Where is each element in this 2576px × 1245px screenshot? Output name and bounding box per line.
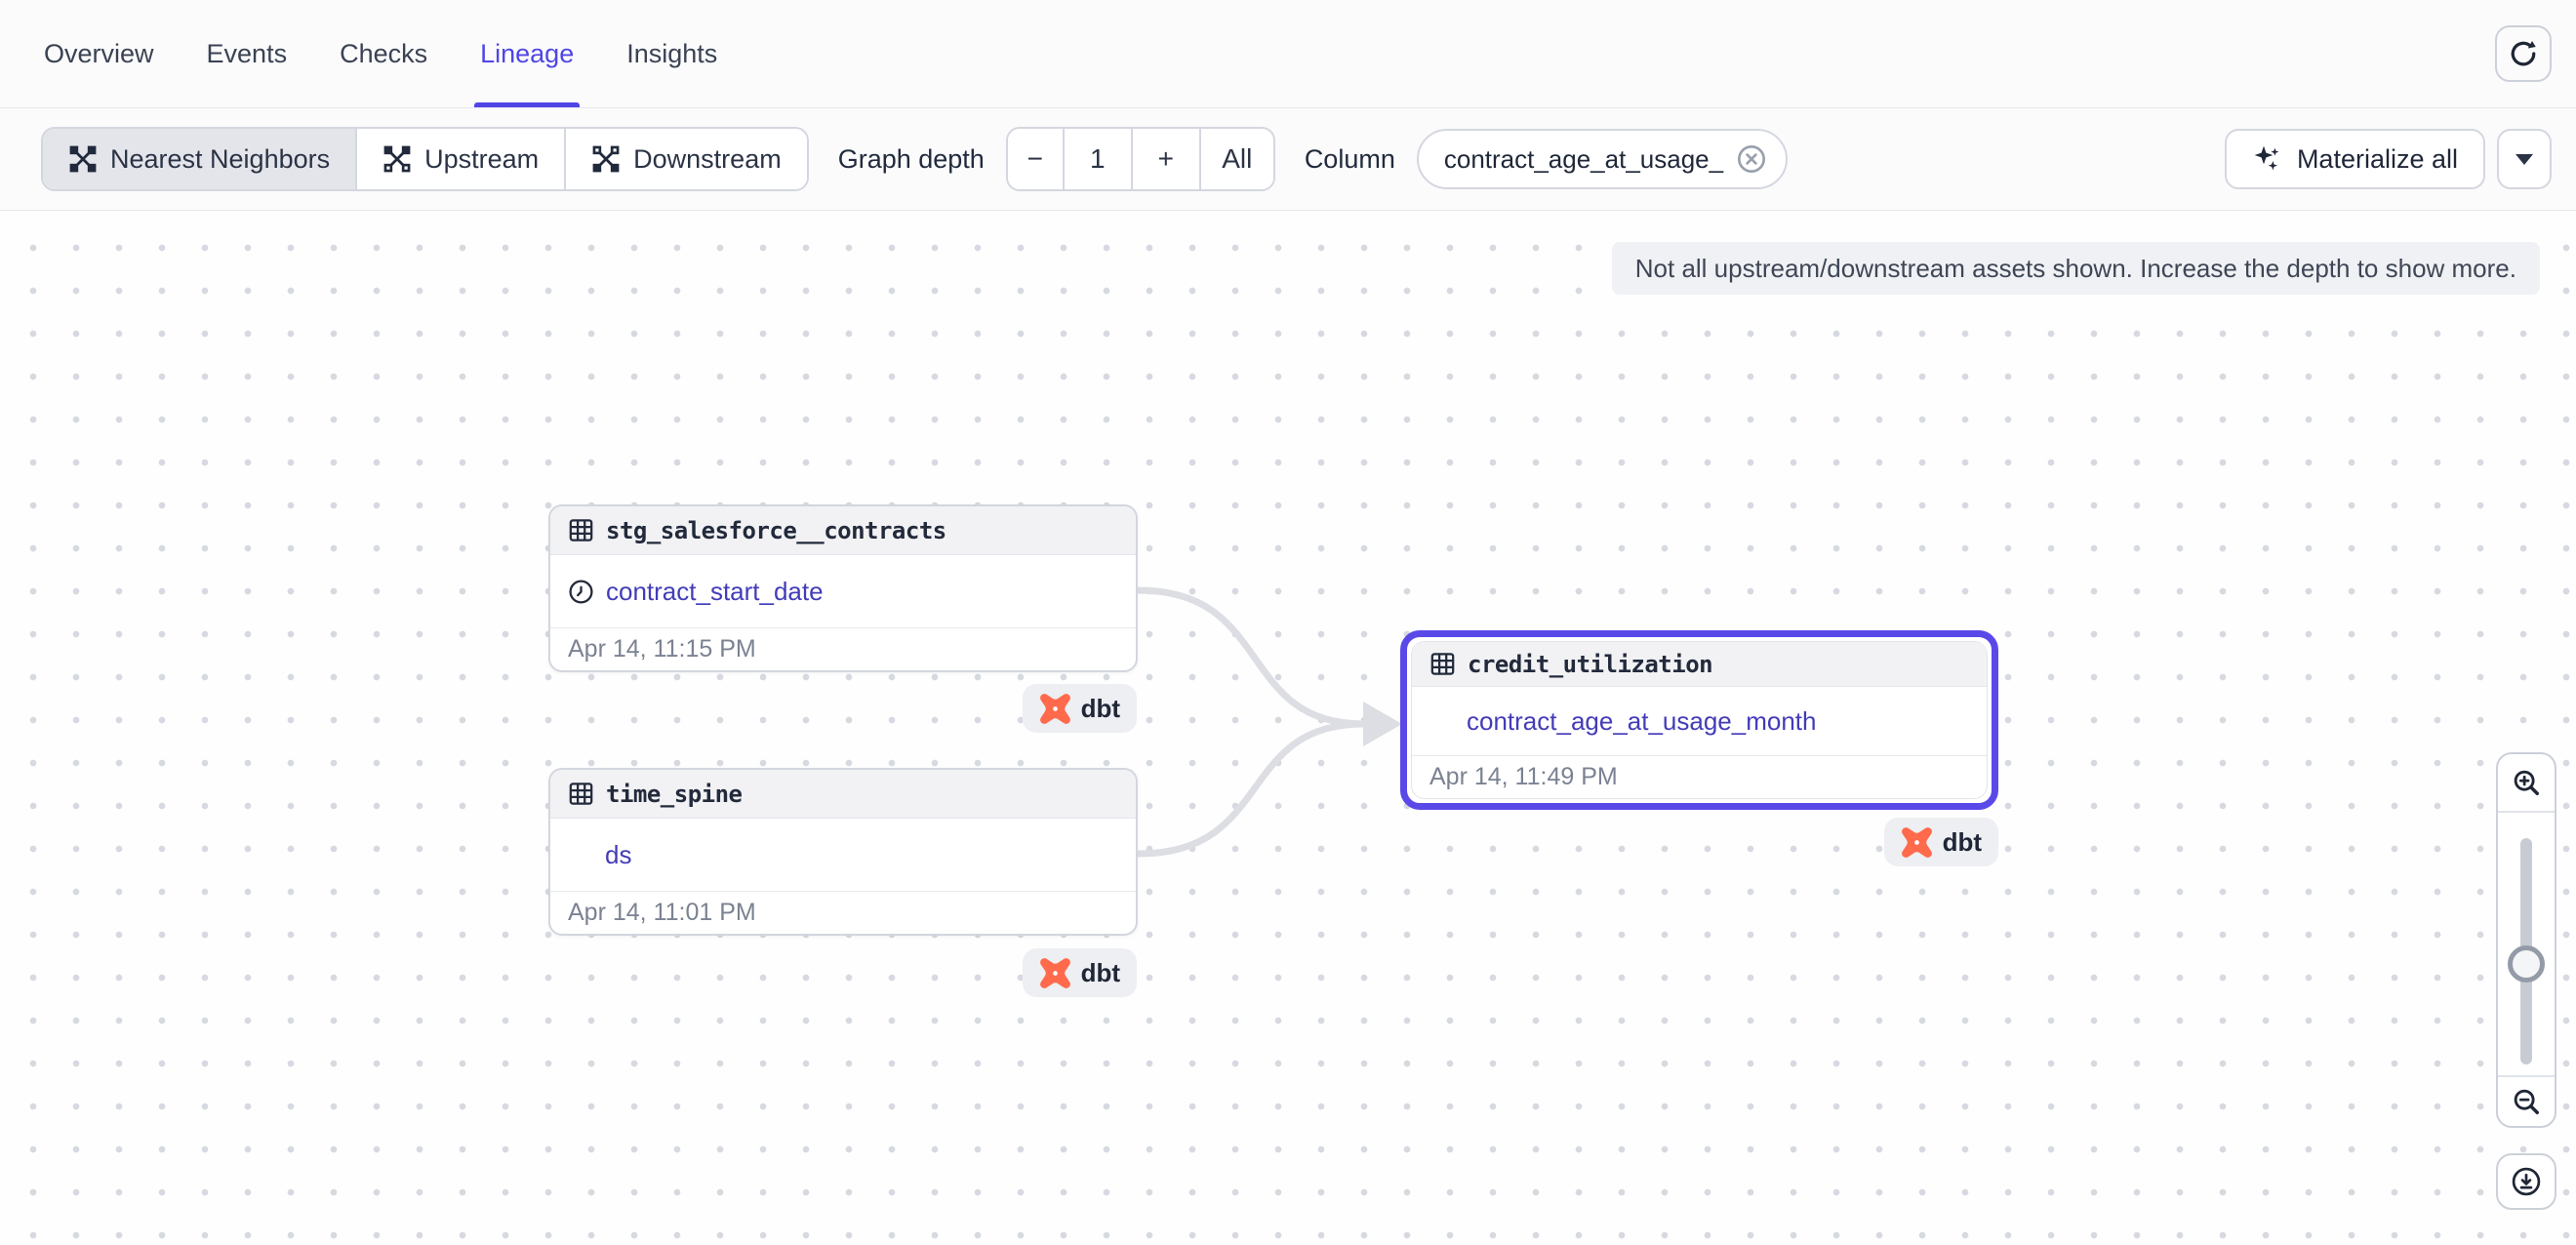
chevron-down-icon — [2516, 154, 2533, 165]
column-row[interactable]: contract_start_date — [550, 555, 1136, 627]
view-mode-segmented-control: Nearest Neighbors Upstream — [41, 127, 809, 191]
mode-label: Downstream — [633, 144, 782, 175]
dbt-badge: dbt — [1023, 948, 1137, 997]
mode-label: Nearest Neighbors — [110, 144, 330, 175]
node-timestamp: Apr 14, 11:15 PM — [550, 627, 1136, 670]
graph-depth-stepper: − 1 + All — [1006, 127, 1275, 191]
node-title: time_spine — [606, 781, 743, 808]
materialize-all-label: Materialize all — [2297, 144, 2458, 175]
graph-depth-value: 1 — [1065, 129, 1133, 189]
lineage-toolbar: Nearest Neighbors Upstream — [0, 108, 2576, 211]
column-name: contract_start_date — [606, 577, 824, 607]
dbt-logo-icon — [1901, 826, 1933, 859]
zoom-out-icon — [2512, 1087, 2541, 1116]
nav-tabs: Overview Events Checks Lineage Insights — [44, 0, 717, 107]
dbt-badge: dbt — [1023, 684, 1137, 733]
upstream-icon — [382, 144, 412, 174]
x-circle-icon[interactable] — [1737, 144, 1766, 174]
lineage-page: Overview Events Checks Lineage Insights — [0, 0, 2576, 1245]
node-timestamp: Apr 14, 11:01 PM — [550, 891, 1136, 934]
node-stg-salesforce-contracts[interactable]: stg_salesforce__contracts contract_start… — [548, 504, 1138, 672]
materialize-dropdown-button[interactable] — [2497, 129, 2552, 189]
node-credit-utilization[interactable]: credit_utilization contract_age_at_usage… — [1400, 630, 1998, 810]
clock-icon — [568, 579, 594, 605]
column-label: Column — [1305, 144, 1395, 175]
column-filter-chip[interactable]: contract_age_at_usage_ — [1417, 129, 1788, 189]
fit-view-icon — [2511, 1166, 2542, 1197]
dbt-logo-icon — [1039, 693, 1071, 725]
node-time-spine[interactable]: time_spine ds Apr 14, 11:01 PM — [548, 768, 1138, 936]
node-timestamp: Apr 14, 11:49 PM — [1412, 755, 1987, 798]
table-icon — [568, 781, 594, 807]
dbt-badge: dbt — [1884, 818, 1998, 866]
tab-overview[interactable]: Overview — [44, 0, 154, 107]
nav-actions — [2495, 0, 2552, 107]
tab-insights[interactable]: Insights — [626, 0, 717, 107]
materialize-all-button[interactable]: Materialize all — [2225, 129, 2485, 189]
depth-notice-banner: Not all upstream/downstream assets shown… — [1612, 242, 2540, 295]
refresh-button[interactable] — [2495, 25, 2552, 82]
table-icon — [1429, 651, 1456, 677]
column-name: contract_age_at_usage_month — [1467, 706, 1817, 737]
top-nav: Overview Events Checks Lineage Insights — [0, 0, 2576, 108]
dbt-badge-label: dbt — [1943, 827, 1982, 858]
dbt-logo-icon — [1039, 957, 1071, 989]
node-title: credit_utilization — [1468, 651, 1712, 678]
lineage-edges — [0, 211, 2576, 1244]
zoom-controls — [2496, 752, 2556, 1128]
sparkles-icon — [2252, 143, 2283, 175]
downstream-icon — [591, 144, 621, 174]
column-name: ds — [605, 840, 631, 870]
zoom-slider[interactable] — [2520, 838, 2532, 1064]
fit-view-button[interactable] — [2496, 1153, 2556, 1210]
tab-events[interactable]: Events — [207, 0, 288, 107]
zoom-slider-handle[interactable] — [2508, 945, 2545, 983]
column-row[interactable]: contract_age_at_usage_month — [1412, 687, 1987, 755]
tab-lineage[interactable]: Lineage — [480, 0, 574, 107]
dbt-badge-label: dbt — [1081, 694, 1120, 724]
depth-all-button[interactable]: All — [1201, 129, 1273, 189]
node-title: stg_salesforce__contracts — [606, 517, 946, 544]
node-header: credit_utilization — [1412, 642, 1987, 687]
node-header: stg_salesforce__contracts — [550, 506, 1136, 555]
mode-nearest-neighbors-button[interactable]: Nearest Neighbors — [43, 129, 357, 189]
depth-decrement-button[interactable]: − — [1008, 129, 1065, 189]
mode-upstream-button[interactable]: Upstream — [357, 129, 566, 189]
dbt-badge-label: dbt — [1081, 958, 1120, 988]
mode-label: Upstream — [424, 144, 539, 175]
column-row[interactable]: ds — [550, 819, 1136, 891]
mode-downstream-button[interactable]: Downstream — [566, 129, 807, 189]
zoom-in-icon — [2512, 768, 2541, 797]
zoom-out-button[interactable] — [2498, 1075, 2555, 1126]
table-icon — [568, 517, 594, 543]
column-filter-value: contract_age_at_usage_ — [1444, 144, 1723, 175]
lineage-canvas[interactable]: Not all upstream/downstream assets shown… — [0, 211, 2576, 1244]
zoom-in-button[interactable] — [2498, 754, 2555, 813]
edge-arrowhead — [1363, 702, 1402, 746]
graph-depth-label: Graph depth — [838, 144, 985, 175]
tab-checks[interactable]: Checks — [340, 0, 427, 107]
node-header: time_spine — [550, 770, 1136, 819]
nearest-neighbors-icon — [68, 144, 98, 174]
refresh-icon — [2509, 39, 2538, 68]
depth-increment-button[interactable]: + — [1133, 129, 1201, 189]
toolbar-right-actions: Materialize all — [2225, 129, 2552, 189]
